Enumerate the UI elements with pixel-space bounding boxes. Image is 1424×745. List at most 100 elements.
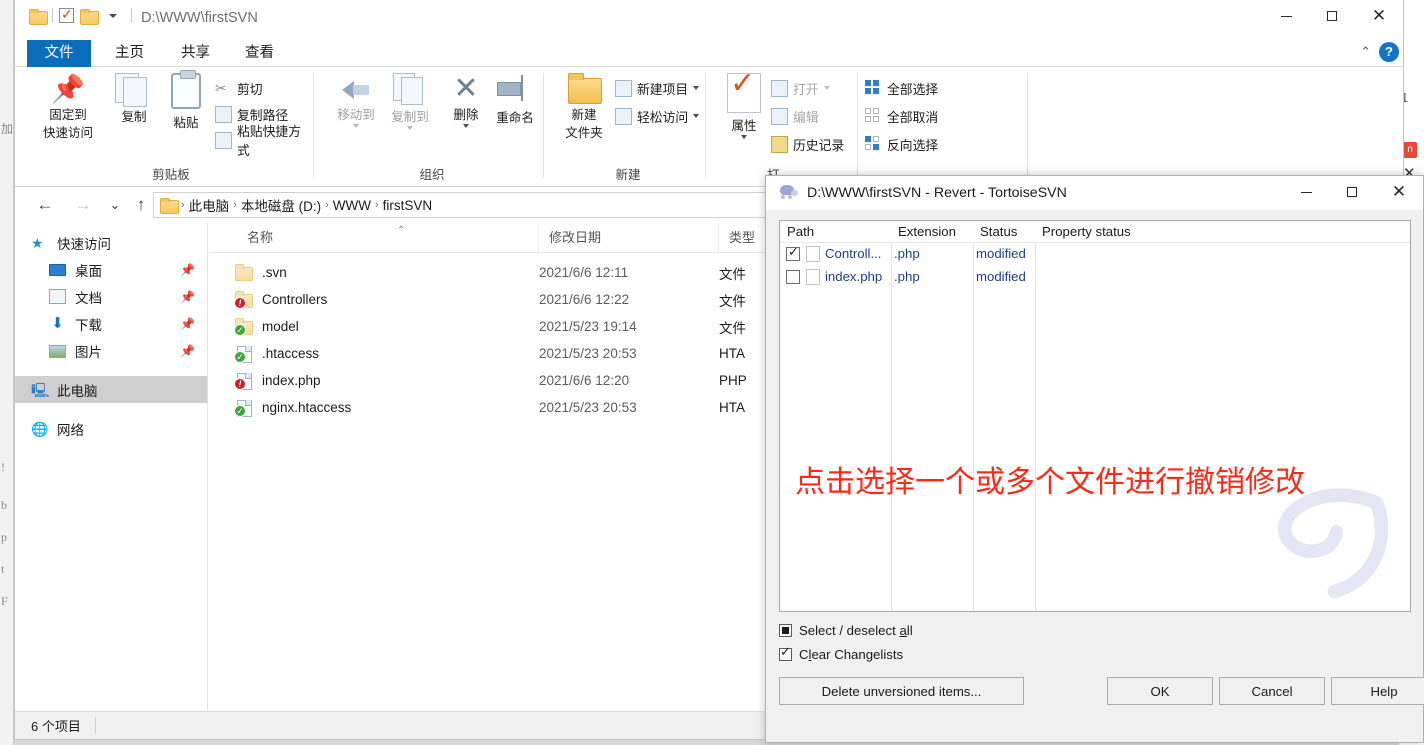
sidebar-item-this-pc[interactable]: 🖳 此电脑 xyxy=(15,376,207,403)
background-window-left[interactable]: 加 ! b p t F xyxy=(0,0,14,745)
file-name: index.php xyxy=(262,373,321,388)
sidebar-item-label: 网络 xyxy=(57,422,84,438)
forward-button[interactable]: → xyxy=(71,193,95,217)
sidebar-item-documents[interactable]: 文档 📌 xyxy=(15,283,207,310)
pin-icon[interactable]: 📌 xyxy=(180,263,195,277)
ok-button[interactable]: OK xyxy=(1107,677,1213,705)
folder-icon[interactable] xyxy=(80,8,99,25)
checkbox-indeterminate-icon[interactable] xyxy=(779,624,792,637)
column-header-extension[interactable]: Extension xyxy=(891,221,973,243)
tortoisesvn-icon xyxy=(778,184,798,202)
column-header-name[interactable]: 名称 xyxy=(237,223,539,253)
chevron-down-icon[interactable] xyxy=(693,86,700,90)
close-button[interactable]: ✕ xyxy=(1355,0,1403,32)
maximize-button[interactable] xyxy=(1309,0,1355,32)
network-icon: 🌐 xyxy=(31,420,49,437)
chevron-up-icon[interactable]: ⌃ xyxy=(1360,44,1371,60)
select-deselect-all-checkbox[interactable]: Select / deselect all xyxy=(779,623,1410,638)
column-header-status[interactable]: Status xyxy=(973,221,1035,243)
help-button[interactable]: Help xyxy=(1331,677,1424,705)
dialog-minimize-button[interactable] xyxy=(1283,176,1329,208)
breadcrumb-segment[interactable]: WWW xyxy=(333,198,371,213)
bg-fragment: t xyxy=(1,562,5,576)
sidebar-item-pictures[interactable]: 图片 📌 xyxy=(15,337,207,364)
breadcrumb-segment[interactable]: 本地磁盘 (D:) xyxy=(241,195,321,215)
help-icon[interactable]: ? xyxy=(1379,42,1399,62)
clear-changelists-checkbox[interactable]: Clear Changelists xyxy=(779,644,1410,662)
folder-icon[interactable] xyxy=(29,8,48,25)
ribbon-group-select: 全部选择 全部取消 反向选择 xyxy=(865,67,1025,185)
delete-unversioned-items-button[interactable]: Delete unversioned items... xyxy=(779,677,1024,705)
back-button[interactable]: ← xyxy=(33,193,57,217)
paste-button[interactable]: 粘贴 xyxy=(155,70,217,131)
chevron-down-icon[interactable] xyxy=(693,114,700,118)
list-item[interactable]: Controll... .php modified xyxy=(780,243,1410,266)
row-checkbox[interactable] xyxy=(786,270,800,284)
up-button[interactable]: ↑ xyxy=(129,193,153,217)
file-date: 2021/6/6 12:20 xyxy=(539,373,630,388)
window-title: D:\WWW\firstSVN xyxy=(141,10,258,26)
chevron-down-icon[interactable] xyxy=(823,86,830,90)
move-to-button[interactable]: 移动到 xyxy=(325,73,387,128)
bg-fragment-badge: n xyxy=(1403,142,1417,158)
open-button[interactable]: 打开 xyxy=(771,77,830,99)
paste-shortcut-button[interactable]: 粘贴快捷方式 xyxy=(215,124,313,158)
checkbox-checked-icon[interactable] xyxy=(779,644,792,661)
cancel-button[interactable]: Cancel xyxy=(1219,677,1325,705)
download-icon: ⬇ xyxy=(51,314,64,332)
list-item[interactable]: index.php .php modified xyxy=(780,266,1410,289)
file-date: 2021/5/23 20:53 xyxy=(539,346,637,361)
invert-selection-button[interactable]: 反向选择 xyxy=(865,133,938,155)
dialog-maximize-button[interactable] xyxy=(1329,176,1375,208)
select-none-button[interactable]: 全部取消 xyxy=(865,105,938,127)
column-header-property-status[interactable]: Property status xyxy=(1035,221,1411,243)
invert-selection-icon xyxy=(865,135,882,153)
minimize-button[interactable] xyxy=(1263,0,1309,32)
sidebar-item-desktop[interactable]: 桌面 📌 xyxy=(15,256,207,283)
column-header-path[interactable]: Path xyxy=(780,221,891,243)
ribbon-tab-bar: 文件 主页 共享 查看 ⌃ ? xyxy=(15,40,1403,67)
tab-share[interactable]: 共享 xyxy=(167,40,224,67)
easy-access-button[interactable]: 轻松访问 xyxy=(615,105,700,127)
bg-fragment: p xyxy=(1,530,7,544)
history-button[interactable]: 历史记录 xyxy=(771,133,844,155)
ribbon-group-open: 属性 打开 编辑 历史记录 打 xyxy=(713,66,857,185)
row-checkbox[interactable] xyxy=(786,244,800,261)
pin-icon[interactable]: 📌 xyxy=(180,344,195,358)
breadcrumb-separator: › xyxy=(233,199,237,211)
new-folder-button[interactable]: 新建 文件夹 xyxy=(553,73,615,141)
tab-home[interactable]: 主页 xyxy=(101,40,158,67)
file-type: 文件 xyxy=(719,293,746,309)
sidebar-item-quick-access[interactable]: ★ 快速访问 xyxy=(15,229,207,256)
dialog-close-button[interactable]: ✕ xyxy=(1375,176,1423,208)
rename-button[interactable]: 重命名 xyxy=(487,73,543,126)
select-all-button[interactable]: 全部选择 xyxy=(865,77,938,99)
recent-locations-button[interactable]: ⌄ xyxy=(103,193,127,217)
file-icon: ✓ xyxy=(234,399,253,417)
new-folder-icon xyxy=(566,73,602,104)
btn-label: 轻松访问 xyxy=(637,109,689,125)
pin-icon[interactable]: 📌 xyxy=(180,317,195,331)
sidebar-item-network[interactable]: 🌐 网络 xyxy=(15,415,207,442)
tab-file[interactable]: 文件 xyxy=(27,40,91,67)
properties-button[interactable]: 属性 xyxy=(713,66,775,139)
pin-to-quick-access-button[interactable]: 📌 固定到 快速访问 xyxy=(37,73,99,141)
edit-button[interactable]: 编辑 xyxy=(771,105,819,127)
checkbox-check-icon[interactable] xyxy=(59,6,74,23)
svn-modified-overlay-icon: ! xyxy=(234,378,246,390)
btn-label: 历史记录 xyxy=(793,137,845,153)
new-item-button[interactable]: 新建项目 xyxy=(615,77,700,99)
changed-files-list[interactable]: Path Extension Status Property status Co… xyxy=(779,220,1411,612)
explorer-title-bar: D:\WWW\firstSVN ✕ xyxy=(15,0,1403,40)
breadcrumb-segment[interactable]: 此电脑 xyxy=(189,195,230,215)
copy-to-button[interactable]: 复制到 xyxy=(379,73,441,130)
chevron-down-icon[interactable] xyxy=(109,13,117,18)
quick-access-toolbar[interactable] xyxy=(29,6,132,25)
sidebar-item-label: 文档 xyxy=(75,290,102,306)
tab-view[interactable]: 查看 xyxy=(231,40,288,67)
breadcrumb-segment[interactable]: firstSVN xyxy=(383,198,433,213)
pin-icon[interactable]: 📌 xyxy=(180,290,195,304)
column-header-date[interactable]: 修改日期 xyxy=(539,223,719,253)
cut-button[interactable]: ✂ 剪切 xyxy=(215,77,263,99)
sidebar-item-downloads[interactable]: ⬇ 下载 📌 xyxy=(15,310,207,337)
